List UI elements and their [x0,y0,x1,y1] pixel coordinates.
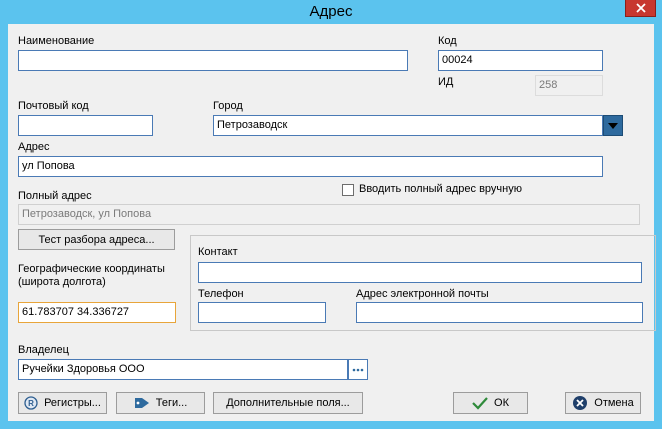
registers-button[interactable]: R Регистры... [18,392,107,414]
city-select[interactable]: Петрозаводск [213,115,603,136]
window-border [0,421,662,429]
city-dropdown-button[interactable] [603,115,623,136]
chevron-down-icon [608,122,618,129]
ellipsis-icon [352,368,364,371]
tags-button[interactable]: Теги... [116,392,205,414]
tags-label: Теги... [155,397,188,409]
title-bar[interactable]: Адрес [0,0,662,24]
registered-icon: R [24,396,38,410]
phone-field[interactable] [198,302,326,323]
geo-coordinates-field[interactable]: 61.783707 34.336727 [18,302,176,323]
ok-label: ОК [494,397,509,409]
contact-label: Контакт [198,246,238,258]
city-label: Город [213,100,243,112]
cancel-icon [572,395,588,411]
svg-text:R: R [28,399,34,408]
owner-browse-button[interactable] [348,359,368,380]
ok-button[interactable]: ОК [453,392,528,414]
geo-label-line1: Географические координаты [18,263,165,275]
name-field[interactable] [18,50,408,71]
extra-fields-label: Дополнительные поля... [226,397,350,409]
email-field[interactable] [356,302,643,323]
name-label: Наименование [18,35,95,47]
cancel-label: Отмена [594,397,634,409]
checkmark-icon [472,396,488,410]
postal-code-label: Почтовый код [18,100,89,112]
id-field: 258 [535,75,603,96]
window-title: Адрес [309,3,353,20]
full-address-field: Петрозаводск, ул Попова [18,204,640,225]
phone-label: Телефон [198,288,244,300]
parse-test-label: Тест разбора адреса... [38,233,155,246]
email-label: Адрес электронной почты [356,288,489,300]
registers-label: Регистры... [44,397,101,409]
owner-field[interactable]: Ручейки Здоровья ООО [18,359,348,380]
id-label: ИД [438,76,454,88]
parse-test-button[interactable]: Тест разбора адреса... [18,229,175,250]
close-icon [635,3,646,13]
extra-fields-button[interactable]: Дополнительные поля... [213,392,363,414]
address-field[interactable]: ул Попова [18,156,603,177]
tag-icon [134,396,150,410]
full-address-label: Полный адрес [18,190,92,202]
dialog-body: Наименование Код 00024 ИД 258 Почтовый к… [8,24,656,421]
close-button[interactable] [625,0,656,17]
owner-label: Владелец [18,344,69,356]
contact-field[interactable] [198,262,642,283]
code-label: Код [438,35,457,47]
address-dialog: Адрес Наименование Код 00024 ИД 258 Почт… [0,0,662,429]
code-field[interactable]: 00024 [438,50,603,71]
geo-label-line2: (широта долгота) [18,276,106,288]
manual-full-address-checkbox[interactable] [342,184,354,196]
address-label: Адрес [18,141,50,153]
postal-code-field[interactable] [18,115,153,136]
cancel-button[interactable]: Отмена [565,392,641,414]
manual-full-address-label: Вводить полный адрес вручную [359,183,522,195]
